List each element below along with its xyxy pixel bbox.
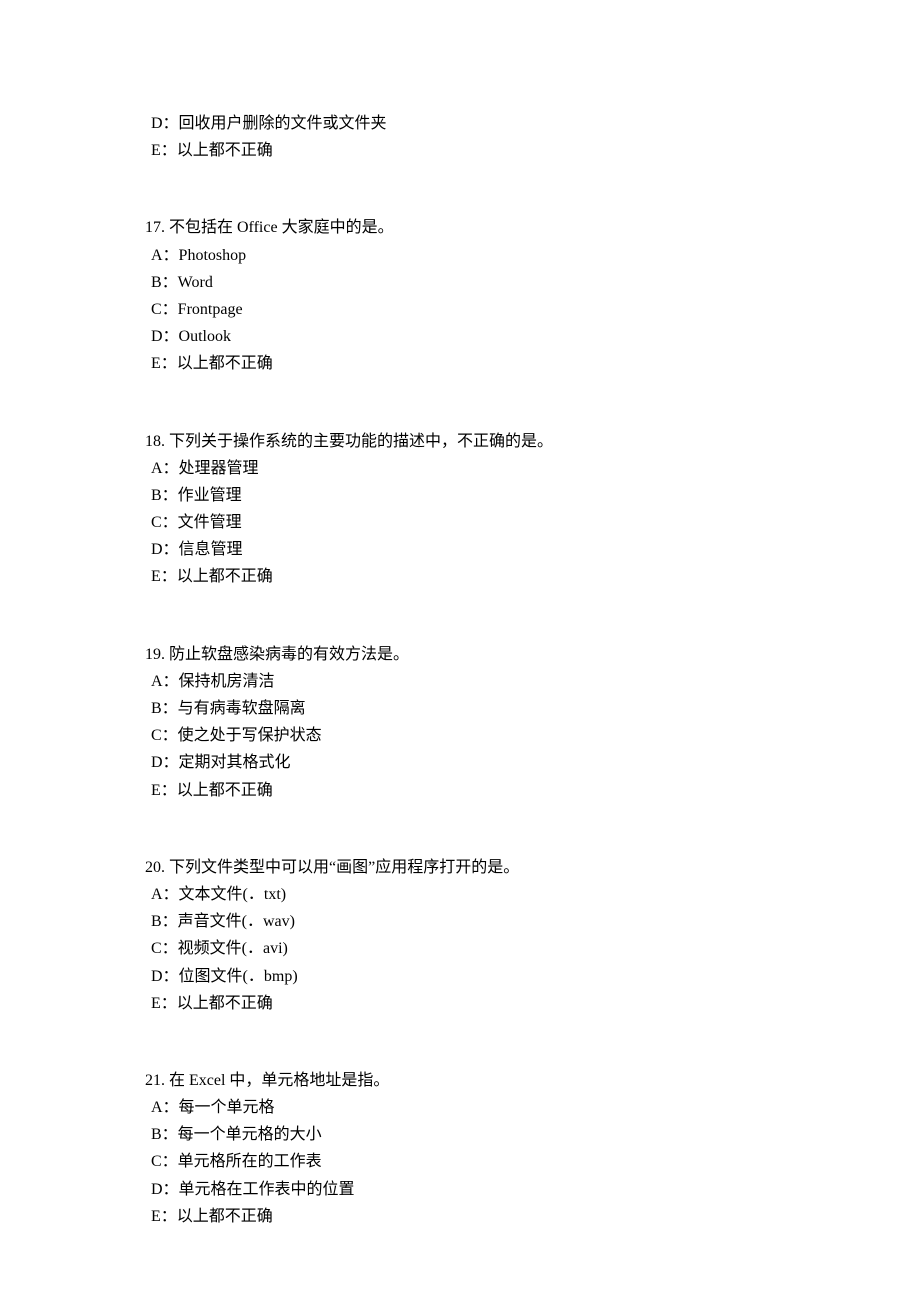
question-stem: 17. 不包括在 Office 大家庭中的是。 — [145, 214, 775, 241]
option: E：以上都不正确 — [145, 777, 775, 804]
option: D：Outlook — [145, 323, 775, 350]
option: C：单元格所在的工作表 — [145, 1148, 775, 1175]
option: C：使之处于写保护状态 — [145, 722, 775, 749]
option: E：以上都不正确 — [145, 350, 775, 377]
option: E：以上都不正确 — [145, 990, 775, 1017]
option: A：每一个单元格 — [145, 1094, 775, 1121]
question-stem: 20. 下列文件类型中可以用“画图”应用程序打开的是。 — [145, 854, 775, 881]
question-stem: 19. 防止软盘感染病毒的有效方法是。 — [145, 641, 775, 668]
option: B：与有病毒软盘隔离 — [145, 695, 775, 722]
option: A：文本文件(．txt) — [145, 881, 775, 908]
option: D：定期对其格式化 — [145, 749, 775, 776]
option: C：Frontpage — [145, 296, 775, 323]
question-stem: 18. 下列关于操作系统的主要功能的描述中，不正确的是。 — [145, 428, 775, 455]
option: D：单元格在工作表中的位置 — [145, 1176, 775, 1203]
question-20: 20. 下列文件类型中可以用“画图”应用程序打开的是。 A：文本文件(．txt)… — [145, 854, 775, 1017]
option: E：以上都不正确 — [145, 1203, 775, 1230]
option: E：以上都不正确 — [145, 563, 775, 590]
option: A：处理器管理 — [145, 455, 775, 482]
option: D：回收用户删除的文件或文件夹 — [145, 110, 775, 137]
option: B：声音文件(．wav) — [145, 908, 775, 935]
option: B：作业管理 — [145, 482, 775, 509]
option: C：文件管理 — [145, 509, 775, 536]
question-21: 21. 在 Excel 中，单元格地址是指。 A：每一个单元格 B：每一个单元格… — [145, 1067, 775, 1230]
question-stem: 21. 在 Excel 中，单元格地址是指。 — [145, 1067, 775, 1094]
option: A：Photoshop — [145, 242, 775, 269]
orphan-options-block: D：回收用户删除的文件或文件夹 E：以上都不正确 — [145, 110, 775, 164]
option: B：Word — [145, 269, 775, 296]
option: D：信息管理 — [145, 536, 775, 563]
question-19: 19. 防止软盘感染病毒的有效方法是。 A：保持机房清洁 B：与有病毒软盘隔离 … — [145, 641, 775, 804]
option: A：保持机房清洁 — [145, 668, 775, 695]
option: C：视频文件(．avi) — [145, 935, 775, 962]
option: B：每一个单元格的大小 — [145, 1121, 775, 1148]
page: D：回收用户删除的文件或文件夹 E：以上都不正确 17. 不包括在 Office… — [0, 0, 920, 1302]
question-17: 17. 不包括在 Office 大家庭中的是。 A：Photoshop B：Wo… — [145, 214, 775, 377]
option: D：位图文件(．bmp) — [145, 963, 775, 990]
question-18: 18. 下列关于操作系统的主要功能的描述中，不正确的是。 A：处理器管理 B：作… — [145, 428, 775, 591]
option: E：以上都不正确 — [145, 137, 775, 164]
